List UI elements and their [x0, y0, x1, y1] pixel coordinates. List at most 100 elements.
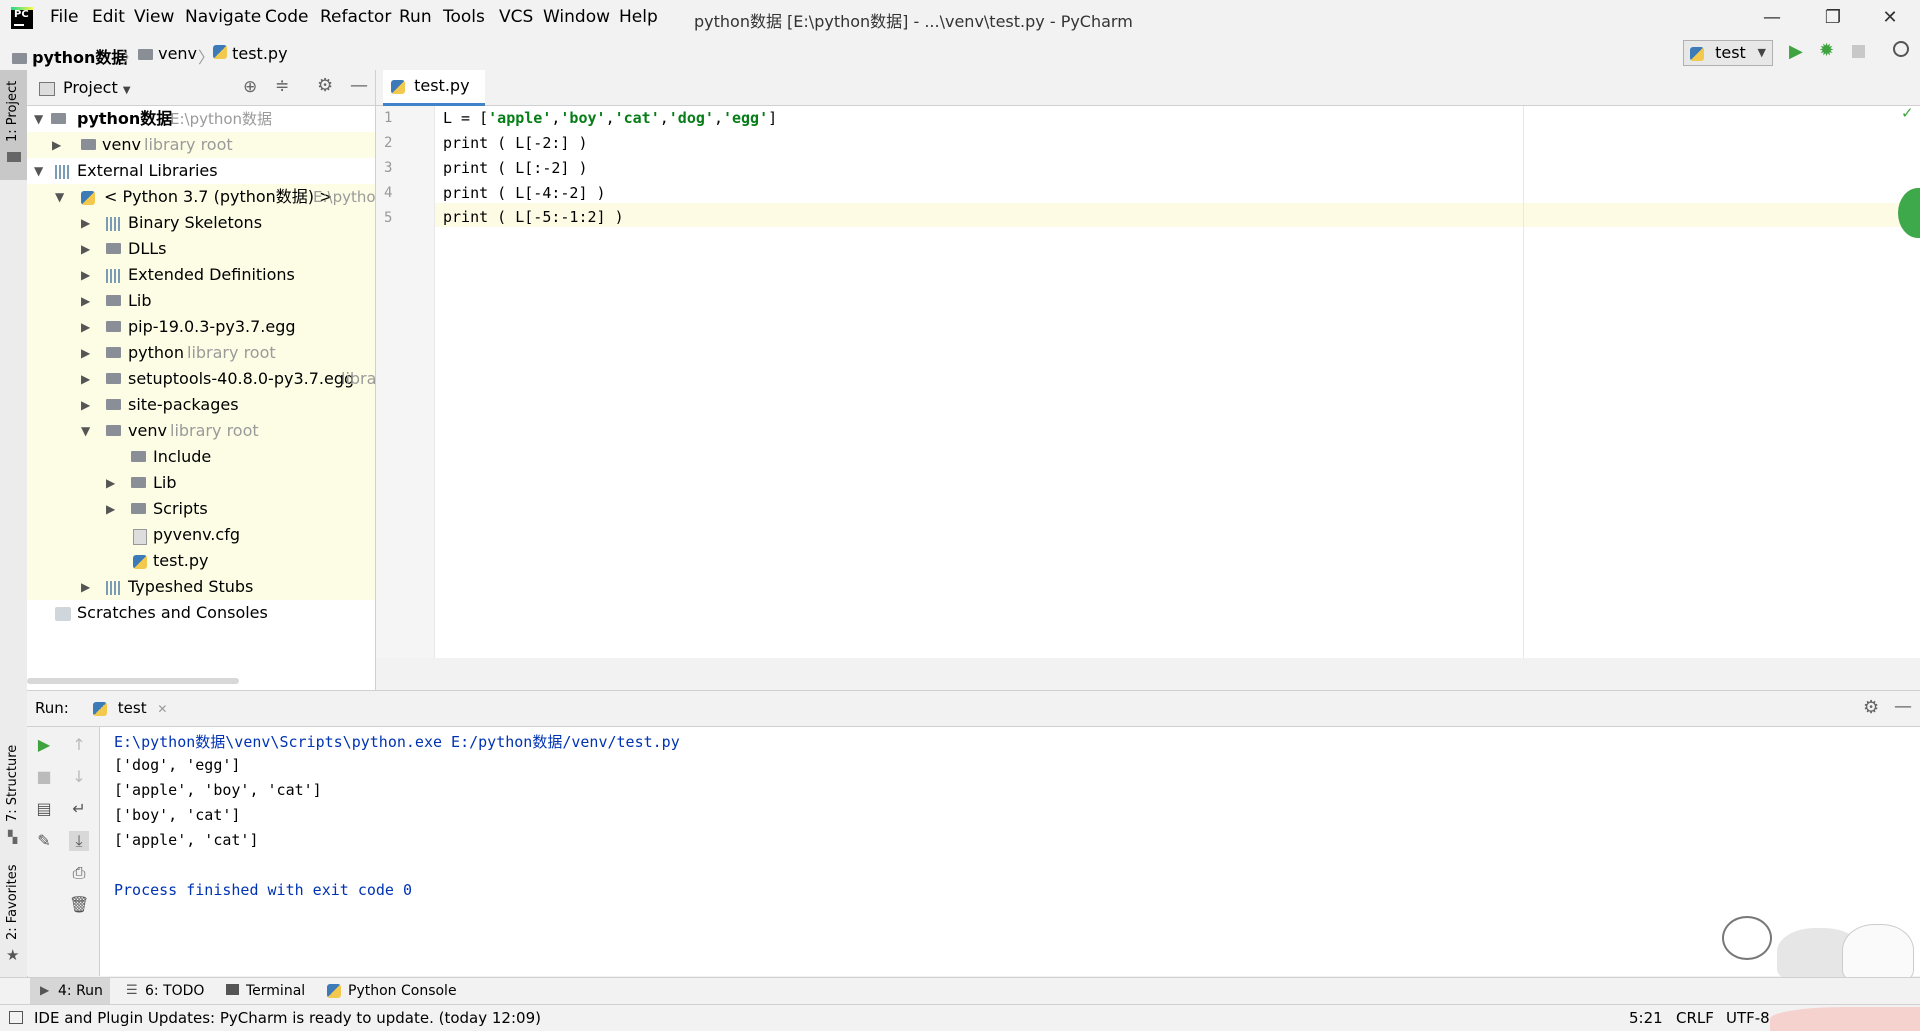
breadcrumb-file[interactable]: test.py	[213, 44, 288, 63]
status-message[interactable]: IDE and Plugin Updates: PyCharm is ready…	[34, 1009, 541, 1027]
tree-item-lib[interactable]: ▶ Lib	[27, 288, 375, 314]
chevron-right-icon: ▶	[106, 502, 116, 516]
floating-widget[interactable]	[1898, 188, 1920, 238]
tree-item-python-sdk[interactable]: ▼ < Python 3.7 (python数据) > E:\pytho	[27, 184, 375, 210]
soft-wrap-icon[interactable]: ↵	[69, 799, 89, 819]
status-panel-icon[interactable]	[9, 1011, 23, 1024]
code-line-3[interactable]: print ( L[:-2] )	[443, 159, 588, 177]
code-line-4[interactable]: print ( L[-4:-2] )	[443, 184, 606, 202]
tree-item-pyvenv-cfg[interactable]: pyvenv.cfg	[27, 522, 375, 548]
run-icon: ▶	[40, 983, 50, 997]
tree-item-scripts[interactable]: ▶ Scripts	[27, 496, 375, 522]
breadcrumb-project[interactable]: python数据	[12, 44, 127, 68]
inspection-ok-icon[interactable]: ✓	[1901, 104, 1914, 122]
menu-window[interactable]: Window	[543, 7, 610, 27]
tab-run[interactable]: ▶ 4: Run	[30, 978, 110, 1004]
menu-refactor[interactable]: Refactor	[320, 7, 391, 27]
trash-icon[interactable]: 🗑	[69, 895, 89, 915]
tree-item-site-packages[interactable]: ▶ site-packages	[27, 392, 375, 418]
tree-item-dlls[interactable]: ▶ DLLs	[27, 236, 375, 262]
menu-help[interactable]: Help	[619, 7, 658, 27]
minimize-button[interactable]: —	[1752, 4, 1792, 32]
code-line-2[interactable]: print ( L[-2:] )	[443, 134, 588, 152]
run-icon[interactable]: ▶	[1789, 41, 1803, 62]
chevron-right-icon: ▶	[52, 138, 62, 152]
tab-terminal[interactable]: Terminal	[246, 983, 305, 999]
scroll-to-end-icon[interactable]: ⤓	[69, 831, 89, 851]
tree-item-binary-skeletons[interactable]: ▶ Binary Skeletons	[27, 210, 375, 236]
tree-item-setuptools-egg[interactable]: ▶ setuptools-40.8.0-py3.7.egg libra	[27, 366, 375, 392]
tree-item-project-root[interactable]: ▼ python数据 E:\python数据	[27, 106, 375, 132]
folder-icon	[7, 152, 21, 162]
run-config-select[interactable]: test ▼	[1683, 40, 1773, 66]
menu-edit[interactable]: Edit	[92, 7, 125, 27]
tab-python-console[interactable]: Python Console	[348, 983, 457, 999]
folder-icon	[131, 451, 146, 462]
file-encoding[interactable]: UTF-8	[1726, 1009, 1770, 1027]
breadcrumb-venv[interactable]: venv	[138, 44, 197, 63]
locate-icon[interactable]: ⊕	[243, 77, 257, 97]
caret-position[interactable]: 5:21	[1629, 1009, 1663, 1027]
pin-icon[interactable]: ✎	[34, 831, 54, 851]
line-number: 5	[384, 210, 393, 226]
close-icon[interactable]: ✕	[157, 702, 167, 716]
debug-icon[interactable]: ✹	[1819, 40, 1834, 61]
print-icon[interactable]: ⎙	[69, 863, 89, 883]
tree-item-venv[interactable]: ▶ venv library root	[27, 132, 375, 158]
menu-file[interactable]: File	[50, 7, 78, 27]
menu-run[interactable]: Run	[399, 7, 432, 27]
menu-code[interactable]: Code	[265, 7, 309, 27]
menu-view[interactable]: View	[134, 7, 174, 27]
folder-icon	[81, 139, 96, 150]
line-number: 1	[384, 110, 393, 126]
gear-icon[interactable]: ⚙	[317, 75, 333, 96]
layout-icon[interactable]: ▤	[34, 799, 54, 819]
line-separator[interactable]: CRLF	[1676, 1009, 1714, 1027]
hide-panel-icon[interactable]: —	[350, 75, 368, 96]
project-view-select[interactable]: Project ▼	[63, 78, 131, 97]
gear-icon[interactable]: ⚙	[1863, 697, 1879, 718]
folder-icon	[106, 347, 121, 358]
run-toolbar: ▶ ■ ▤ ✎ ↑ ↓ ↵ ⤓ ⎙ 🗑	[27, 727, 100, 976]
close-button[interactable]: ✕	[1870, 4, 1910, 32]
favorites-tool-label[interactable]: 2: Favorites	[5, 864, 20, 940]
folder-icon	[106, 321, 121, 332]
menu-vcs[interactable]: VCS	[499, 7, 533, 27]
arrow-down-icon[interactable]: ↓	[69, 767, 89, 787]
code-line-5[interactable]: print ( L[-5:-1:2] )	[443, 208, 624, 226]
structure-tool-label[interactable]: 7: Structure	[5, 745, 20, 822]
hide-panel-icon[interactable]: —	[1894, 696, 1912, 717]
python-icon	[1690, 46, 1704, 61]
project-tool-label[interactable]: 1: Project	[5, 81, 20, 142]
tree-item-venv-lib[interactable]: ▼ venv library root	[27, 418, 375, 444]
tree-item-include[interactable]: Include	[27, 444, 375, 470]
chevron-right-icon: ▶	[81, 398, 91, 412]
collapse-all-icon[interactable]: ≑	[275, 76, 289, 96]
arrow-up-icon[interactable]: ↑	[69, 735, 89, 755]
editor-tab-test-py[interactable]: test.py ✕	[383, 70, 485, 127]
restore-button[interactable]: ❐	[1813, 4, 1853, 32]
stop-icon[interactable]: ■	[34, 767, 54, 787]
pink-sticker-decoration	[1770, 1007, 1920, 1031]
menu-tools[interactable]: Tools	[443, 7, 485, 27]
tree-item-external-libraries[interactable]: ▼ External Libraries	[27, 158, 375, 184]
rerun-icon[interactable]: ▶	[34, 735, 54, 755]
tree-item-pip-egg[interactable]: ▶ pip-19.0.3-py3.7.egg	[27, 314, 375, 340]
python-icon	[327, 984, 341, 998]
tree-item-python[interactable]: ▶ python library root	[27, 340, 375, 366]
tree-item-test-py[interactable]: test.py	[27, 548, 375, 574]
python-file-icon	[133, 555, 147, 569]
tree-item-scratches[interactable]: Scratches and Consoles	[27, 600, 375, 626]
code-line-1[interactable]: L = ['apple','boy','cat','dog','egg']	[443, 109, 777, 127]
run-panel-header: Run: test ✕ ⚙ —	[27, 691, 1920, 727]
menu-navigate[interactable]: Navigate	[185, 7, 261, 27]
stop-icon[interactable]	[1852, 45, 1865, 58]
tree-item-typeshed-stubs[interactable]: ▶ Typeshed Stubs	[27, 574, 375, 600]
search-icon[interactable]	[1893, 41, 1909, 57]
run-tab-test[interactable]: test ✕	[87, 691, 187, 726]
horizontal-scrollbar[interactable]	[27, 678, 239, 684]
tree-item-venv-lib-folder[interactable]: ▶ Lib	[27, 470, 375, 496]
library-icon	[106, 217, 122, 231]
tree-item-extended-definitions[interactable]: ▶ Extended Definitions	[27, 262, 375, 288]
tab-todo[interactable]: 6: TODO	[145, 983, 204, 999]
